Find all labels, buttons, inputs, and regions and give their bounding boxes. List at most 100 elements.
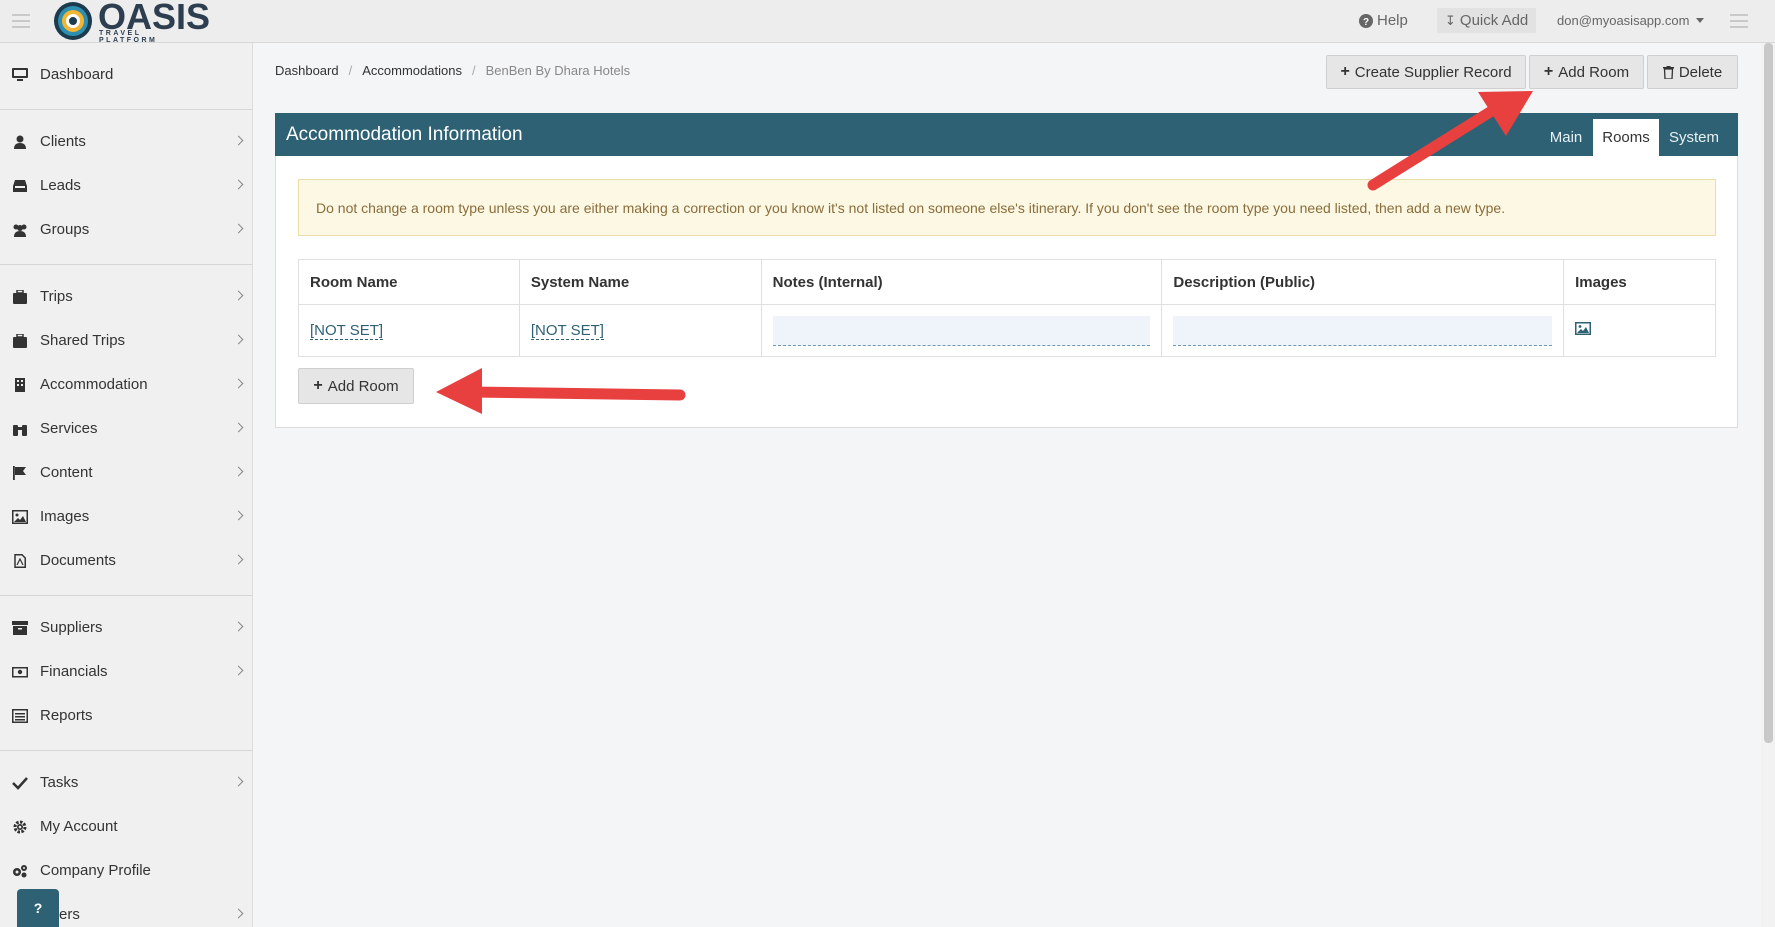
right-menu-icon[interactable] [1730,14,1748,28]
image-icon[interactable] [1575,322,1592,335]
chevron-right-icon [233,908,244,919]
description-cell [1161,304,1565,357]
chevron-right-icon [233,665,244,676]
room-name-cell: [NOT SET] [298,304,520,357]
sidebar-item-label: Reports [40,707,93,724]
table-row: [NOT SET] [NOT SET] [298,304,1716,357]
sidebar-item-clients[interactable]: Clients [0,122,252,162]
button-label: Add Room [1558,63,1630,81]
sidebar-item-documents[interactable]: Documents [0,541,252,581]
notes-editable[interactable] [772,315,1151,346]
tab-rooms[interactable]: Rooms [1593,119,1659,156]
create-supplier-record-button[interactable]: + Create Supplier Record [1326,55,1526,89]
menu-toggle-icon[interactable] [12,14,30,28]
help-link[interactable]: ? Help [1359,12,1408,29]
sidebar: Dashboard Clients Leads Groups Trips Sha… [0,43,253,927]
button-label: Create Supplier Record [1354,63,1512,81]
question-circle-icon: ? [1359,13,1373,28]
help-fab-button[interactable]: ? [17,889,59,927]
suitcase-icon [13,290,27,304]
sidebar-item-dashboard[interactable]: Dashboard [0,55,252,95]
logo-subtext: TRAVEL PLATFORM [99,30,158,44]
sidebar-item-label: Financials [40,663,108,680]
sidebar-item-suppliers[interactable]: Suppliers [0,608,252,648]
column-header-notes: Notes (Internal) [760,259,1163,305]
button-label: Delete [1678,63,1723,81]
sidebar-item-label: Groups [40,221,90,238]
sidebar-item-groups[interactable]: Groups [0,210,252,250]
add-room-top-button[interactable]: + Add Room [1529,55,1644,89]
description-editable[interactable] [1173,315,1553,346]
sidebar-item-services[interactable]: Services [0,409,252,449]
list-alt-icon [12,709,28,723]
column-header-room-name: Room Name [298,259,520,305]
user-icon [14,135,26,149]
page-scrollbar[interactable] [1761,43,1775,927]
sidebar-item-leads[interactable]: Leads [0,166,252,206]
chevron-right-icon [233,334,244,345]
sidebar-item-label: Images [40,508,90,525]
sidebar-item-trips[interactable]: Trips [0,277,252,317]
chevron-right-icon [233,378,244,389]
tab-main[interactable]: Main [1539,119,1593,156]
chevron-right-icon [233,135,244,146]
chevron-right-icon [233,554,244,565]
sidebar-item-label: Company Profile [40,862,151,879]
chevron-right-icon [233,290,244,301]
chevron-right-icon [233,223,244,234]
images-cell [1563,304,1716,357]
sidebar-item-label: Clients [40,133,86,150]
sidebar-item-images[interactable]: Images [0,497,252,537]
user-menu[interactable]: don@myoasisapp.com [1557,13,1705,28]
gear-icon [13,820,27,834]
sidebar-item-label: Shared Trips [40,332,126,349]
panel-title: Accommodation Information [286,124,523,145]
sidebar-item-label: Suppliers [40,619,103,636]
check-icon [12,777,28,790]
button-label: Add Room [327,377,399,395]
quick-add-label: Quick Add [1459,12,1529,29]
sidebar-item-tasks[interactable]: Tasks [0,763,252,803]
chevron-right-icon [233,510,244,521]
suitcase-icon [13,334,27,348]
breadcrumb: Dashboard / Accommodations / BenBen By D… [275,63,631,78]
plus-icon: + [313,377,323,394]
system-name-cell: [NOT SET] [518,304,762,357]
sidebar-item-content[interactable]: Content [0,453,252,493]
breadcrumb-dashboard[interactable]: Dashboard [275,63,339,78]
sidebar-item-label: Services [40,420,98,437]
sidebar-item-label: Dashboard [40,66,114,83]
accommodation-panel-header: Accommodation Information Main Rooms Sys… [275,113,1738,156]
sidebar-item-financials[interactable]: Financials [0,652,252,692]
column-header-images: Images [1563,259,1716,305]
users-icon [13,224,27,237]
money-icon [12,667,28,678]
tab-system[interactable]: System [1659,119,1729,156]
monitor-icon [12,68,28,81]
sidebar-item-company-profile[interactable]: Company Profile [0,851,252,891]
chevron-right-icon [233,776,244,787]
sidebar-item-label: My Account [40,818,118,835]
breadcrumb-current: BenBen By Dhara Hotels [485,63,631,78]
sidebar-item-shared-trips[interactable]: Shared Trips [0,321,252,361]
quick-add-button[interactable]: ↧ Quick Add [1437,8,1537,33]
breadcrumb-accommodations[interactable]: Accommodations [362,63,462,78]
room-name-editable[interactable]: [NOT SET] [310,322,384,340]
scrollbar-thumb[interactable] [1764,43,1773,743]
svg-text:?: ? [1363,17,1369,28]
delete-button[interactable]: Delete [1647,55,1738,89]
sidebar-item-accommodation[interactable]: Accommodation [0,365,252,405]
sidebar-item-reports[interactable]: Reports [0,696,252,736]
sidebar-item-my-account[interactable]: My Account [0,807,252,847]
sidebar-item-label: Tasks [40,774,79,791]
system-name-editable[interactable]: [NOT SET] [530,322,604,340]
warning-alert: Do not change a room type unless you are… [298,179,1716,236]
oasis-logo[interactable]: OASIS TRAVEL PLATFORM [52,0,210,44]
image-icon [12,510,28,524]
chevron-right-icon [233,621,244,632]
flag-icon [13,466,26,480]
column-header-system-name: System Name [518,259,762,305]
add-room-button[interactable]: + Add Room [298,368,414,404]
arrow-down-icon: ↧ [1445,12,1456,28]
logo-mark-icon [54,2,92,40]
